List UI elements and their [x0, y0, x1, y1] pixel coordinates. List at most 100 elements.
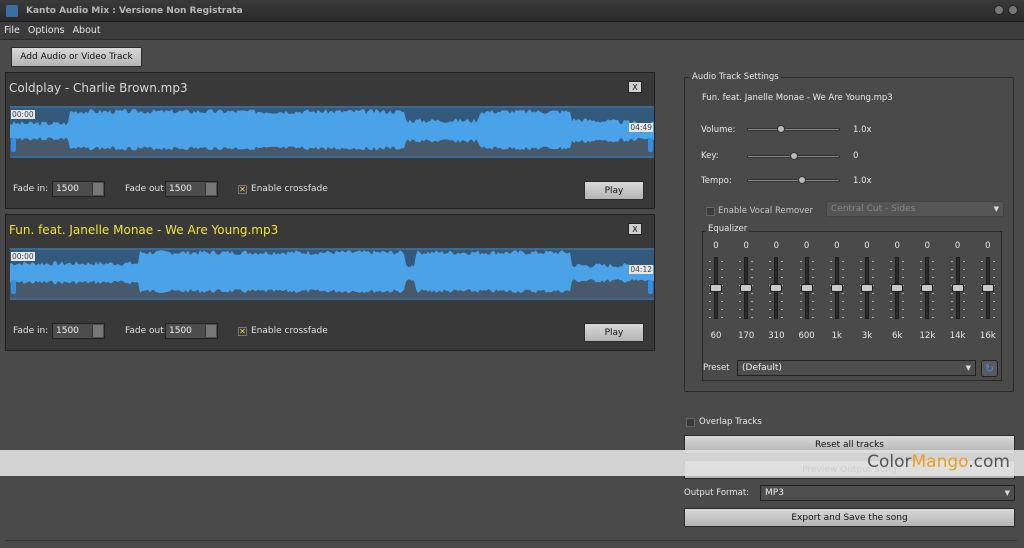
volume-slider[interactable] — [747, 128, 840, 131]
eq-slider-14k[interactable] — [950, 257, 965, 319]
eq-knob[interactable] — [861, 284, 873, 292]
refresh-icon[interactable]: ↻ — [981, 360, 998, 377]
end-time: 04:49 — [629, 123, 653, 132]
eq-slider-16k[interactable] — [980, 257, 995, 319]
fade-out-input[interactable]: 1500 — [165, 181, 218, 197]
eq-knob[interactable] — [740, 284, 753, 292]
minimize-button[interactable] — [994, 5, 1004, 15]
eq-freq-310: 310 — [768, 331, 785, 341]
vocal-mode-select[interactable]: Central Cut - Sides ▼ — [826, 201, 1004, 217]
eq-gain-600: 0 — [803, 241, 810, 251]
eq-slider-600[interactable] — [799, 257, 814, 319]
eq-knob[interactable] — [921, 284, 934, 292]
eq-knob[interactable] — [710, 284, 722, 292]
settings-caption: Audio Track Settings — [690, 72, 781, 82]
play-button[interactable]: Play — [584, 323, 644, 342]
fade-in-input[interactable]: 1500 — [52, 323, 105, 339]
menu-about[interactable]: About — [69, 25, 105, 36]
fade-in-value: 1500 — [56, 326, 79, 336]
end-time: 04:12 — [629, 265, 653, 274]
menu-options[interactable]: Options — [24, 25, 69, 36]
fade-in-label: Fade in: — [13, 184, 49, 194]
waveform[interactable]: 00:00 04:12 — [10, 248, 654, 300]
eq-gain-170: 0 — [743, 241, 749, 251]
eq-slider-60[interactable] — [709, 257, 723, 319]
crossfade-checkbox[interactable]: ✕ — [238, 185, 247, 194]
spin-arrows-icon[interactable] — [205, 325, 216, 337]
track-title: Coldplay - Charlie Brown.mp3 — [9, 81, 188, 95]
add-track-button[interactable]: Add Audio or Video Track — [11, 47, 142, 67]
eq-slider-3k[interactable] — [860, 257, 874, 319]
overlap-tracks-checkbox[interactable] — [686, 418, 695, 427]
title-bar: Kanto Audio Mix : Versione Non Registrat… — [0, 0, 1024, 22]
equalizer-caption: Equalizer — [706, 224, 750, 234]
fade-in-value: 1500 — [56, 184, 79, 194]
remove-track-button[interactable]: X — [628, 223, 642, 235]
preset-select[interactable]: (Default) ▼ — [737, 360, 976, 376]
output-format-select[interactable]: MP3 ▼ — [760, 485, 1015, 501]
menu-file[interactable]: File — [0, 25, 24, 36]
eq-knob[interactable] — [891, 284, 904, 292]
crossfade-label: Enable crossfade — [251, 184, 328, 194]
key-slider-thumb[interactable] — [789, 152, 798, 160]
eq-slider-310[interactable] — [769, 257, 784, 319]
tempo-slider-thumb[interactable] — [798, 176, 806, 184]
track-panel-1: Coldplay - Charlie Brown.mp3 X 00:00 04:… — [5, 72, 655, 209]
volume-label: Volume: — [701, 125, 736, 135]
spin-arrows-icon[interactable] — [205, 183, 216, 195]
start-handle[interactable] — [11, 280, 16, 294]
eq-freq-6k: 6k — [892, 331, 903, 341]
key-label: Key: — [701, 151, 719, 161]
preset-value: (Default) — [742, 363, 782, 373]
vocal-remover-checkbox[interactable] — [706, 207, 715, 216]
eq-slider-12k[interactable] — [920, 257, 935, 319]
preset-label: Preset — [703, 363, 730, 373]
watermark-band: ColorMango.com — [0, 450, 1024, 476]
eq-gain-6k: 0 — [894, 241, 900, 251]
eq-slider-6k[interactable] — [890, 257, 905, 319]
chevron-down-icon: ▼ — [1004, 489, 1010, 497]
remove-track-button[interactable]: X — [628, 81, 642, 93]
vocal-remover-label: Enable Vocal Remover — [718, 206, 813, 216]
eq-gain-1k: 0 — [834, 241, 840, 251]
start-handle[interactable] — [11, 138, 16, 152]
crossfade-label: Enable crossfade — [251, 326, 328, 336]
output-format-value: MP3 — [765, 488, 784, 498]
bottom-divider — [5, 540, 1017, 541]
eq-freq-1k: 1k — [831, 331, 842, 341]
eq-knob[interactable] — [800, 284, 813, 292]
spin-arrows-icon[interactable] — [92, 325, 103, 337]
volume-slider-thumb[interactable] — [776, 125, 785, 133]
tempo-value: 1.0x — [853, 176, 872, 186]
eq-knob[interactable] — [981, 284, 994, 292]
export-save-button[interactable]: Export and Save the song — [684, 508, 1015, 527]
waveform[interactable]: 00:00 04:49 — [10, 106, 654, 158]
vocal-mode-value: Central Cut - Sides — [831, 204, 916, 214]
end-handle[interactable] — [648, 138, 653, 152]
eq-knob[interactable] — [830, 284, 843, 292]
close-window-button[interactable] — [1008, 5, 1018, 15]
eq-slider-1k[interactable] — [829, 257, 844, 319]
start-time: 00:00 — [11, 252, 35, 261]
eq-slider-170[interactable] — [739, 257, 754, 319]
eq-freq-600: 600 — [798, 331, 815, 341]
watermark-logo: ColorMango.com — [867, 452, 1010, 472]
fade-in-input[interactable]: 1500 — [52, 181, 105, 197]
fade-out-input[interactable]: 1500 — [165, 323, 218, 339]
eq-knob[interactable] — [951, 284, 964, 292]
output-format-label: Output Format: — [684, 488, 750, 498]
crossfade-checkbox[interactable]: ✕ — [238, 327, 247, 336]
eq-gain-12k: 0 — [924, 241, 931, 251]
end-handle[interactable] — [648, 280, 653, 294]
eq-gain-3k: 0 — [864, 241, 870, 251]
eq-gain-14k: 0 — [954, 241, 961, 251]
track-title: Fun. feat. Janelle Monae - We Are Young.… — [9, 223, 279, 237]
menu-bar: File Options About — [0, 22, 1024, 40]
fade-out-value: 1500 — [169, 326, 192, 336]
tempo-slider[interactable] — [747, 179, 840, 182]
spin-arrows-icon[interactable] — [92, 183, 103, 195]
app-icon — [6, 4, 18, 17]
track-panel-2: Fun. feat. Janelle Monae - We Are Young.… — [5, 214, 655, 351]
play-button[interactable]: Play — [584, 181, 644, 200]
eq-knob[interactable] — [770, 284, 783, 292]
